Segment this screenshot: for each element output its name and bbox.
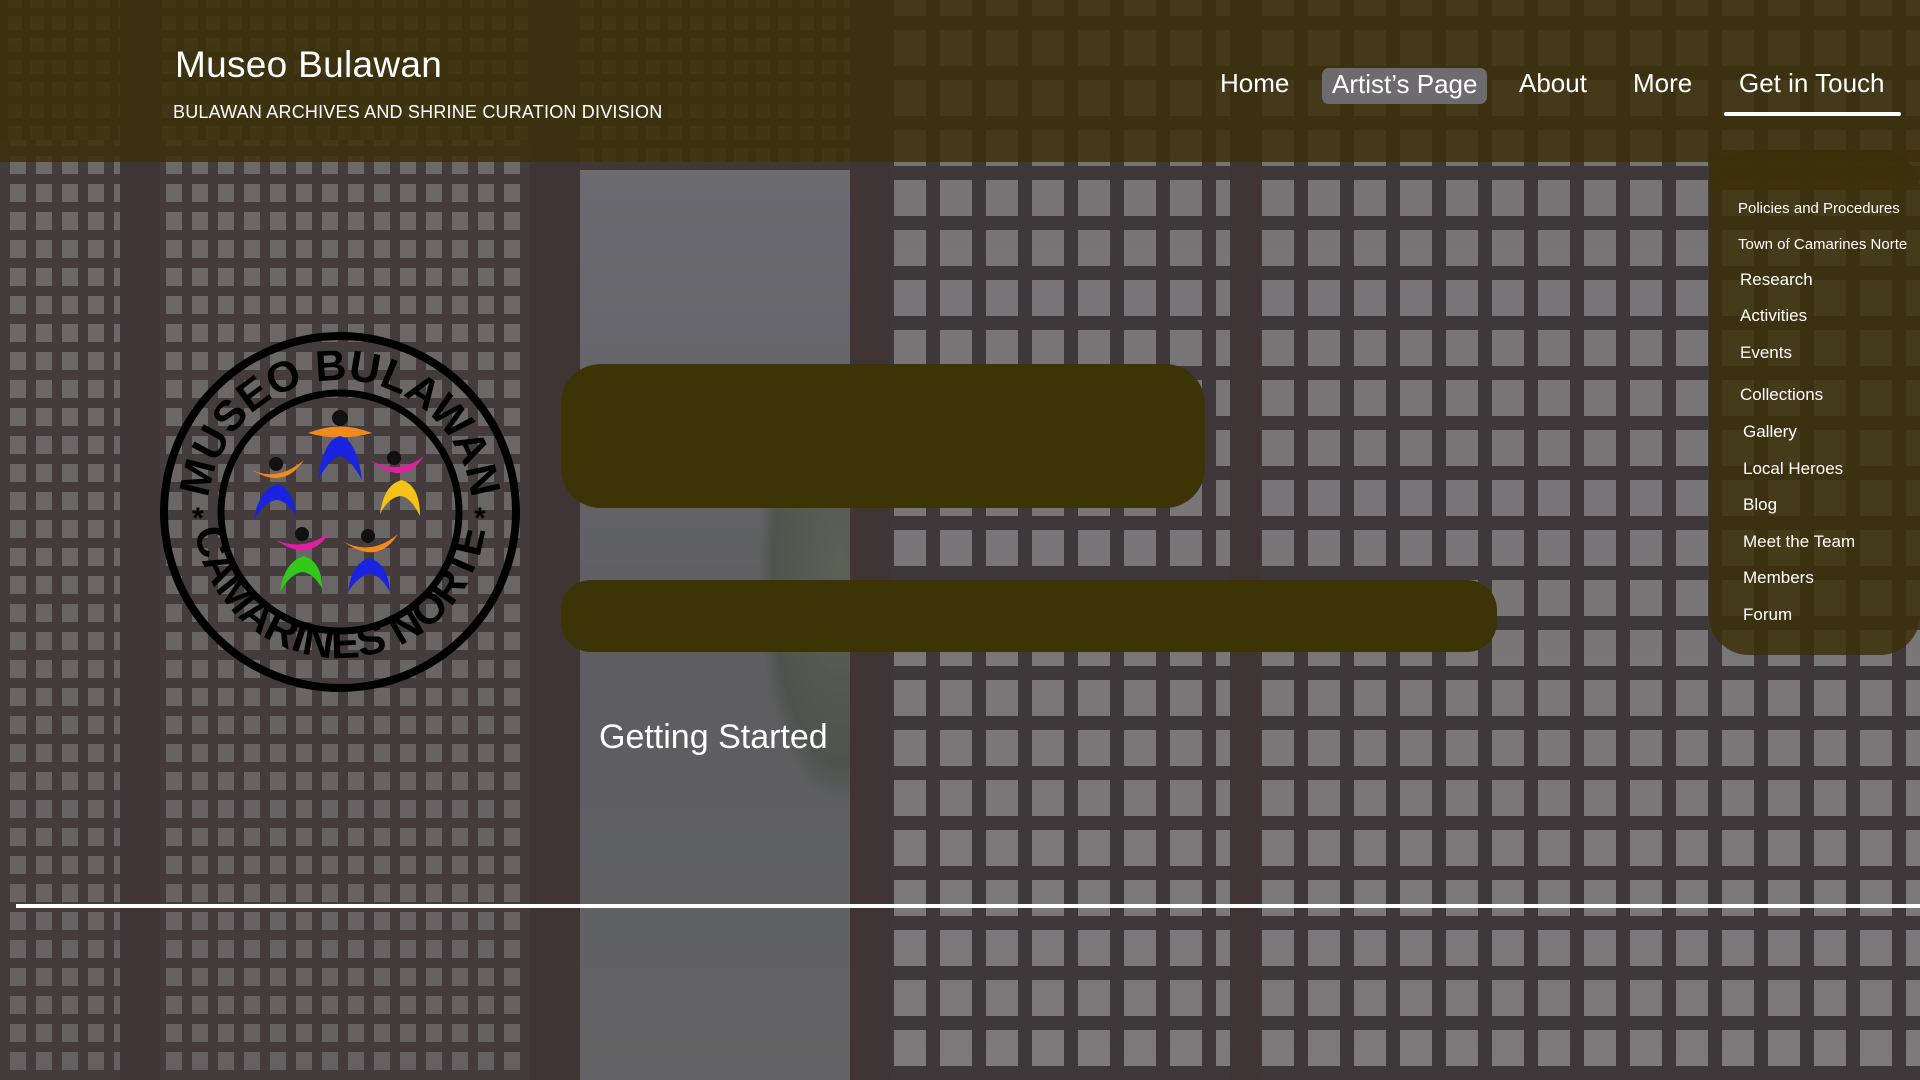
dropdown-item-town[interactable]: Town of Camarines Norte	[1738, 236, 1907, 253]
dropdown-item-meet-the-team[interactable]: Meet the Team	[1743, 532, 1855, 552]
dropdown-item-collections[interactable]: Collections	[1740, 385, 1823, 405]
logo-figures-icon	[252, 410, 424, 592]
nav-more[interactable]: More	[1623, 66, 1702, 101]
dropdown-item-forum[interactable]: Forum	[1743, 605, 1792, 625]
dropdown-item-research[interactable]: Research	[1740, 270, 1813, 290]
divider-line	[16, 904, 1920, 908]
dropdown-item-gallery[interactable]: Gallery	[1743, 422, 1797, 442]
nav-active-underline	[1724, 112, 1901, 116]
site-header: Museo Bulawan BULAWAN ARCHIVES AND SHRIN…	[0, 0, 1920, 162]
dropdown-item-members[interactable]: Members	[1743, 568, 1814, 588]
dropdown-item-events[interactable]: Events	[1740, 343, 1792, 363]
dropdown-item-policies[interactable]: Policies and Procedures	[1738, 200, 1900, 217]
getting-started-link[interactable]: Getting Started	[599, 718, 828, 757]
hero-subheading-block	[561, 580, 1497, 652]
nav-about[interactable]: About	[1509, 66, 1597, 101]
more-dropdown-menu: Policies and Procedures Town of Camarine…	[1709, 150, 1920, 655]
nav-home[interactable]: Home	[1210, 66, 1299, 101]
nav-artists-page[interactable]: Artist’s Page	[1322, 68, 1488, 104]
hero-heading-block	[561, 364, 1205, 508]
dropdown-item-activities[interactable]: Activities	[1740, 306, 1807, 326]
main-nav: Home Artist’s Page About More Get in Tou…	[0, 66, 1920, 106]
dropdown-item-blog[interactable]: Blog	[1743, 495, 1777, 515]
logo-star-left: *	[192, 502, 204, 535]
logo-star-right: *	[474, 502, 486, 535]
museo-bulawan-logo: MUSEO BULAWAN CAMARINES NORTE * *	[160, 332, 520, 692]
nav-get-in-touch[interactable]: Get in Touch	[1729, 66, 1895, 101]
dropdown-item-local-heroes[interactable]: Local Heroes	[1743, 459, 1843, 479]
